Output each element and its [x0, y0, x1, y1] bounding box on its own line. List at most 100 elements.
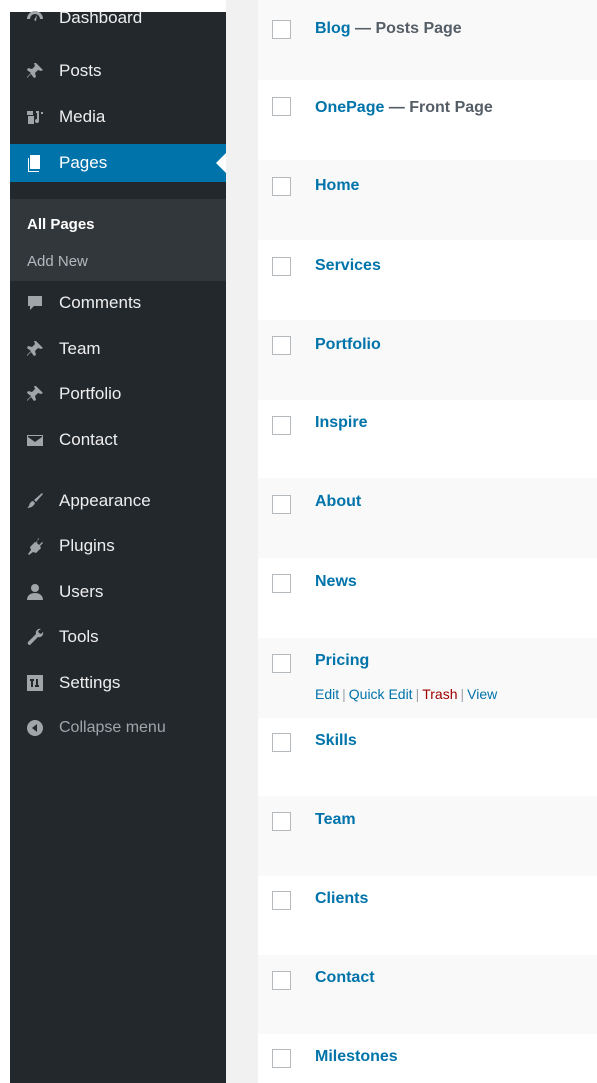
main-content: Blog — Posts Page OnePage — Front Page H…	[226, 0, 597, 1083]
table-row: Clients	[258, 876, 597, 956]
quick-edit-link[interactable]: Quick Edit	[349, 686, 413, 702]
table-row: OnePage — Front Page	[258, 80, 597, 160]
media-icon	[24, 106, 46, 128]
post-state: — Posts Page	[350, 20, 462, 37]
envelope-icon	[24, 429, 46, 451]
menu-label: Settings	[59, 673, 121, 692]
pin-icon	[24, 383, 46, 405]
row-checkbox[interactable]	[272, 1049, 291, 1068]
menu-item-contact[interactable]: Contact	[10, 421, 226, 459]
row-actions: Edit | Quick Edit | Trash | View	[315, 686, 497, 702]
pages-icon	[24, 152, 46, 174]
menu-label: Posts	[59, 61, 102, 80]
page-title-link[interactable]: Inspire	[315, 414, 367, 432]
pages-submenu: All Pages Add New	[10, 199, 226, 281]
action-separator: |	[415, 686, 420, 702]
row-checkbox[interactable]	[272, 416, 291, 435]
menu-item-portfolio[interactable]: Portfolio	[10, 375, 226, 413]
menu-item-comments[interactable]: Comments	[10, 284, 226, 322]
table-row: Home	[258, 160, 597, 240]
page-title-link[interactable]: Services	[315, 257, 381, 275]
menu-label: Comments	[59, 293, 142, 312]
table-row: Milestones	[258, 1034, 597, 1083]
row-checkbox[interactable]	[272, 257, 291, 276]
menu-item-users[interactable]: Users	[10, 573, 226, 611]
table-row: Team	[258, 796, 597, 876]
collapse-icon	[24, 717, 46, 739]
page-title-link[interactable]: News	[315, 573, 357, 591]
row-checkbox[interactable]	[272, 336, 291, 355]
menu-label: Plugins	[59, 536, 115, 555]
menu-label: Portfolio	[59, 384, 122, 403]
page-title-link[interactable]: Skills	[315, 732, 357, 750]
table-row: Inspire	[258, 400, 597, 480]
row-checkbox[interactable]	[272, 177, 291, 196]
view-link[interactable]: View	[467, 686, 497, 702]
page-title-link[interactable]: About	[315, 493, 361, 511]
admin-sidebar: Dashboard Posts Media Pages All Pages Ad…	[10, 8, 226, 1083]
row-checkbox[interactable]	[272, 971, 291, 990]
menu-item-pages[interactable]: Pages	[10, 144, 226, 182]
menu-label: Collapse menu	[59, 719, 166, 736]
table-row: News	[258, 558, 597, 638]
menu-item-settings[interactable]: Settings	[10, 664, 226, 702]
table-row: Contact	[258, 955, 597, 1035]
row-checkbox[interactable]	[272, 97, 291, 116]
page-title-link[interactable]: Pricing	[315, 652, 369, 670]
row-checkbox[interactable]	[272, 495, 291, 514]
settings-icon	[24, 672, 46, 694]
submenu-all-pages[interactable]: All Pages	[27, 216, 95, 233]
menu-label: Tools	[59, 627, 99, 646]
menu-label: Pages	[59, 153, 108, 172]
menu-item-tools[interactable]: Tools	[10, 618, 226, 656]
edit-link[interactable]: Edit	[315, 686, 339, 702]
page-title-link[interactable]: Contact	[315, 969, 375, 987]
row-checkbox[interactable]	[272, 654, 291, 673]
menu-item-posts[interactable]: Posts	[10, 52, 226, 90]
row-checkbox[interactable]	[272, 891, 291, 910]
menu-label: Contact	[59, 430, 118, 449]
submenu-add-new[interactable]: Add New	[27, 253, 88, 270]
menu-item-team[interactable]: Team	[10, 330, 226, 368]
dashboard-icon	[24, 7, 46, 29]
page-title-link[interactable]: Blog — Posts Page	[315, 20, 462, 38]
menu-item-media[interactable]: Media	[10, 98, 226, 136]
collapse-menu-button[interactable]: Collapse menu	[10, 709, 226, 747]
page-title-text[interactable]: Blog	[315, 20, 351, 37]
action-separator: |	[460, 686, 465, 702]
menu-label: Dashboard	[59, 8, 143, 27]
user-icon	[24, 581, 46, 603]
post-state: — Front Page	[384, 99, 493, 116]
page-title-link[interactable]: OnePage — Front Page	[315, 99, 493, 117]
menu-item-plugins[interactable]: Plugins	[10, 527, 226, 565]
table-row: Portfolio	[258, 320, 597, 400]
wrench-icon	[24, 626, 46, 648]
page-title-link[interactable]: Team	[315, 811, 356, 829]
pin-icon	[24, 338, 46, 360]
menu-item-dashboard[interactable]: Dashboard	[10, 0, 226, 37]
pin-icon	[24, 60, 46, 82]
paintbrush-icon	[24, 490, 46, 512]
action-separator: |	[342, 686, 346, 702]
table-row: Blog — Posts Page	[258, 0, 597, 80]
menu-label: Appearance	[59, 491, 151, 510]
row-checkbox[interactable]	[272, 574, 291, 593]
row-checkbox[interactable]	[272, 20, 291, 39]
page-title-link[interactable]: Milestones	[315, 1048, 398, 1066]
active-indicator-arrow	[216, 153, 226, 173]
page-title-link[interactable]: Portfolio	[315, 336, 381, 354]
menu-label: Team	[59, 339, 101, 358]
page-title-link[interactable]: Clients	[315, 890, 368, 908]
table-row: About	[258, 478, 597, 558]
menu-item-appearance[interactable]: Appearance	[10, 482, 226, 520]
trash-link[interactable]: Trash	[422, 686, 457, 702]
menu-label: Users	[59, 582, 104, 601]
row-checkbox[interactable]	[272, 733, 291, 752]
page-title-text[interactable]: OnePage	[315, 99, 384, 116]
comment-icon	[24, 292, 46, 314]
plugin-icon	[24, 535, 46, 557]
page-title-link[interactable]: Home	[315, 177, 359, 195]
menu-label: Media	[59, 107, 106, 126]
row-checkbox[interactable]	[272, 812, 291, 831]
table-row: Skills	[258, 718, 597, 798]
